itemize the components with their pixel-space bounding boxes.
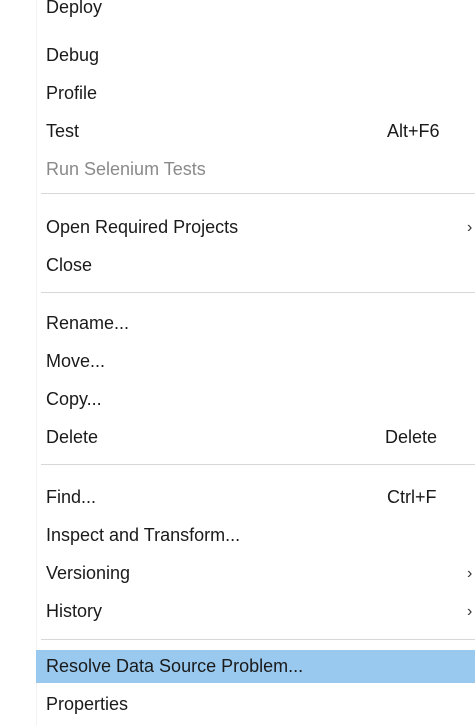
menu-item-versioning[interactable]: Versioning › xyxy=(36,557,475,590)
menu-item-find[interactable]: Find... Ctrl+F xyxy=(36,481,475,514)
menu-item-label: Resolve Data Source Problem... xyxy=(46,656,304,676)
menu-item-label: Rename... xyxy=(46,313,130,333)
menu-item-label: History xyxy=(46,601,103,621)
menu-icon-gutter xyxy=(0,0,37,725)
menu-item-profile[interactable]: Profile xyxy=(36,77,475,110)
menu-item-history[interactable]: History › xyxy=(36,595,475,628)
menu-item-move[interactable]: Move... xyxy=(36,345,475,378)
menu-item-label: Versioning xyxy=(46,563,131,583)
menu-item-label: Debug xyxy=(46,45,100,65)
menu-item-delete[interactable]: Delete Delete xyxy=(36,421,475,454)
submenu-arrow-icon: › xyxy=(467,218,473,236)
menu-separator xyxy=(41,193,475,194)
menu-item-shortcut: Delete xyxy=(385,427,438,447)
menu-item-label: Delete xyxy=(46,427,99,447)
menu-item-open-required-projects[interactable]: Open Required Projects › xyxy=(36,211,475,244)
menu-item-label: Deploy xyxy=(46,0,103,17)
menu-item-label: Test xyxy=(46,121,80,141)
menu-item-test[interactable]: Test Alt+F6 xyxy=(36,115,475,148)
context-menu: Deploy Debug Profile Test Alt+F6 Run Sel… xyxy=(0,0,475,725)
menu-item-resolve-data-source-problem[interactable]: Resolve Data Source Problem... xyxy=(36,650,475,683)
menu-item-label: Run Selenium Tests xyxy=(46,159,206,179)
submenu-arrow-icon: › xyxy=(467,602,473,620)
menu-item-close[interactable]: Close xyxy=(36,249,475,282)
menu-item-label: Inspect and Transform... xyxy=(46,525,241,545)
menu-separator xyxy=(41,292,475,293)
menu-item-deploy[interactable]: Deploy xyxy=(36,0,475,33)
menu-item-shortcut: Alt+F6 xyxy=(387,121,440,141)
menu-item-rename[interactable]: Rename... xyxy=(36,307,475,340)
menu-item-label: Move... xyxy=(46,351,106,371)
menu-item-copy[interactable]: Copy... xyxy=(36,383,475,416)
menu-item-label: Find... xyxy=(46,487,97,507)
menu-item-label: Open Required Projects xyxy=(46,217,239,237)
menu-item-run-selenium-tests: Run Selenium Tests xyxy=(36,153,475,186)
menu-item-shortcut: Ctrl+F xyxy=(387,487,437,507)
menu-item-label: Properties xyxy=(46,694,129,714)
menu-item-label: Copy... xyxy=(46,389,102,409)
menu-item-label: Close xyxy=(46,255,93,275)
menu-separator xyxy=(41,464,475,465)
menu-item-label: Profile xyxy=(46,83,98,103)
submenu-arrow-icon: › xyxy=(467,564,473,582)
menu-item-inspect-and-transform[interactable]: Inspect and Transform... xyxy=(36,519,475,552)
menu-item-debug[interactable]: Debug xyxy=(36,39,475,72)
menu-separator xyxy=(41,639,475,640)
menu-item-properties[interactable]: Properties xyxy=(36,688,475,721)
